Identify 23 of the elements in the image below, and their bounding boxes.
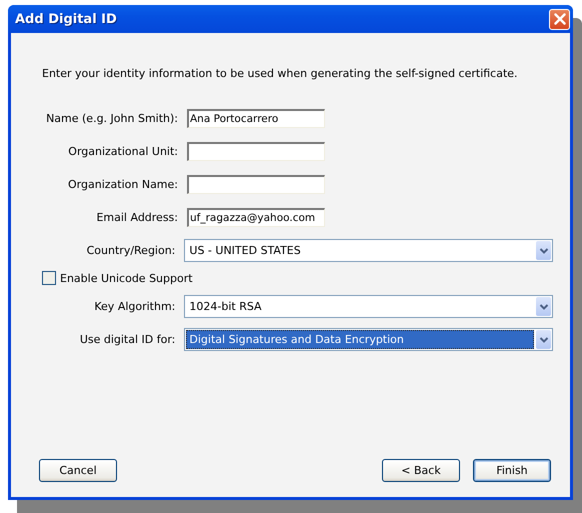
checkbox[interactable] <box>42 271 56 285</box>
field-label: Organizational Unit: <box>67 145 179 158</box>
dropdown[interactable]: US - UNITED STATES <box>184 239 553 262</box>
checkbox-label: Enable Unicode Support <box>60 272 193 284</box>
field-label: Email Address: <box>95 211 179 224</box>
text-field[interactable]: uf_ragazza@yahoo.com <box>187 208 325 227</box>
field-label: Country/Region: <box>86 244 176 257</box>
text-field[interactable]: Ana Portocarrero <box>187 109 325 128</box>
dialog-button[interactable]: Cancel <box>39 459 117 482</box>
instruction-text: Enter your identity information to be used when generating the self-signed certificate. <box>42 67 519 80</box>
close-button[interactable] <box>549 8 570 30</box>
field-label: Organization Name: <box>67 178 179 191</box>
window-title: Add Digital ID <box>15 12 117 26</box>
dialog-button[interactable]: Finish <box>473 459 551 482</box>
dropdown[interactable]: 1024-bit RSA <box>184 295 553 318</box>
text-field[interactable] <box>187 142 325 161</box>
field-label: Use digital ID for: <box>78 333 176 346</box>
field-label: Name (e.g. John Smith): <box>45 112 179 125</box>
dropdown[interactable]: Digital Signatures and Data Encryption <box>184 328 553 351</box>
text-field[interactable] <box>187 175 325 194</box>
close-icon <box>554 13 566 25</box>
dialog-button[interactable]: < Back <box>382 459 460 482</box>
field-label: Key Algorithm: <box>93 300 176 313</box>
